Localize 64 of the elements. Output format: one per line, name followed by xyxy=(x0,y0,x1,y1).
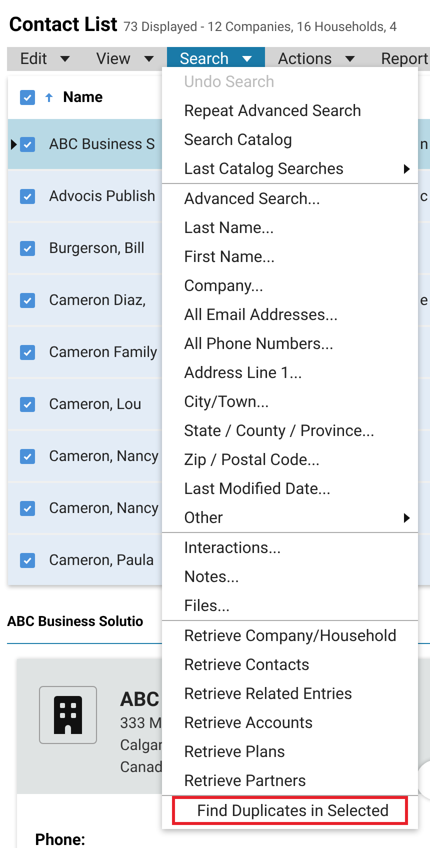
address-line: Canad xyxy=(120,757,164,778)
table-cell-text: Burgerson, Bill xyxy=(49,238,145,259)
menu-item[interactable]: State / County / Province... xyxy=(162,416,418,445)
checkbox[interactable] xyxy=(20,448,35,464)
menu-item[interactable]: Advanced Search... xyxy=(162,184,418,213)
menu-item[interactable]: Interactions... xyxy=(162,533,418,562)
building-icon xyxy=(54,696,82,734)
menu-item[interactable]: Last Modified Date... xyxy=(162,474,418,503)
menu-item[interactable]: Retrieve Accounts xyxy=(162,708,418,737)
table-cell-text: Cameron, Nancy xyxy=(49,446,159,467)
menu-item[interactable]: Notes... xyxy=(162,562,418,591)
menu-item[interactable]: All Email Addresses... xyxy=(162,300,418,329)
checkmark-icon xyxy=(22,92,33,103)
caret-icon xyxy=(144,56,154,62)
menu-button[interactable]: Edit xyxy=(7,47,84,71)
address-line: Calgar xyxy=(120,735,164,756)
checkbox[interactable] xyxy=(20,396,35,412)
checkbox[interactable] xyxy=(20,136,35,152)
table-cell-text: ABC Business S xyxy=(49,134,155,155)
menu-item[interactable]: Retrieve Company/Household xyxy=(162,621,418,650)
table-cell-text: Cameron, Paula xyxy=(49,550,154,571)
menu-item[interactable]: Find Duplicates in Selected xyxy=(172,796,408,825)
page-title: Contact List xyxy=(9,11,118,38)
table-cell-text: Cameron Family xyxy=(49,342,158,363)
company-name: ABC xyxy=(120,686,160,712)
menu-item[interactable]: Retrieve Related Entries xyxy=(162,679,418,708)
menu-item[interactable]: Retrieve Contacts xyxy=(162,650,418,679)
table-cell-text: c xyxy=(420,186,428,207)
sort-arrow-icon[interactable] xyxy=(45,93,53,102)
checkbox[interactable] xyxy=(20,552,35,568)
menu-item[interactable]: Retrieve Plans xyxy=(162,737,418,766)
checkbox[interactable] xyxy=(20,344,35,360)
menu-item[interactable]: Last Name... xyxy=(162,213,418,242)
menu-item[interactable]: Repeat Advanced Search xyxy=(162,96,418,125)
detail-title: ABC Business Solutio xyxy=(7,614,144,630)
menu-item[interactable]: City/Town... xyxy=(162,387,418,416)
checkbox[interactable] xyxy=(20,90,35,105)
menu-item[interactable]: Files... xyxy=(162,591,418,620)
menu-item[interactable]: All Phone Numbers... xyxy=(162,329,418,358)
menu-item[interactable]: Company... xyxy=(162,271,418,300)
table-cell-text: e xyxy=(420,290,428,311)
table-cell-text: Cameron Diaz, xyxy=(49,290,146,311)
menu-item[interactable]: Other xyxy=(162,503,418,532)
table-cell-text: Advocis Publish xyxy=(49,186,156,207)
summary-text: 73 Displayed - 12 Companies, 16 Households, 4 xyxy=(123,19,397,37)
address-line: 333 M xyxy=(120,713,164,734)
table-cell-text: n xyxy=(420,134,428,155)
menu-item[interactable]: Search Catalog xyxy=(162,125,418,154)
column-header[interactable]: Name xyxy=(63,86,103,109)
menu-item[interactable]: Zip / Postal Code... xyxy=(162,445,418,474)
menu-item[interactable]: Last Catalog Searches xyxy=(162,154,418,183)
table-cell-text: Cameron, Nancy xyxy=(49,498,159,519)
caret-icon xyxy=(242,56,252,62)
table-cell-text: Cameron, Lou xyxy=(49,394,142,415)
menu-item[interactable]: Retrieve Partners xyxy=(162,766,418,795)
caret-icon xyxy=(60,56,70,62)
caret-icon xyxy=(345,56,355,62)
menu-item[interactable]: First Name... xyxy=(162,242,418,271)
menu-item[interactable]: Address Line 1... xyxy=(162,358,418,387)
field-label: Phone: xyxy=(35,830,86,848)
checkbox[interactable] xyxy=(20,292,35,308)
checkbox[interactable] xyxy=(20,500,35,516)
checkbox[interactable] xyxy=(20,188,35,204)
checkbox[interactable] xyxy=(20,240,35,256)
